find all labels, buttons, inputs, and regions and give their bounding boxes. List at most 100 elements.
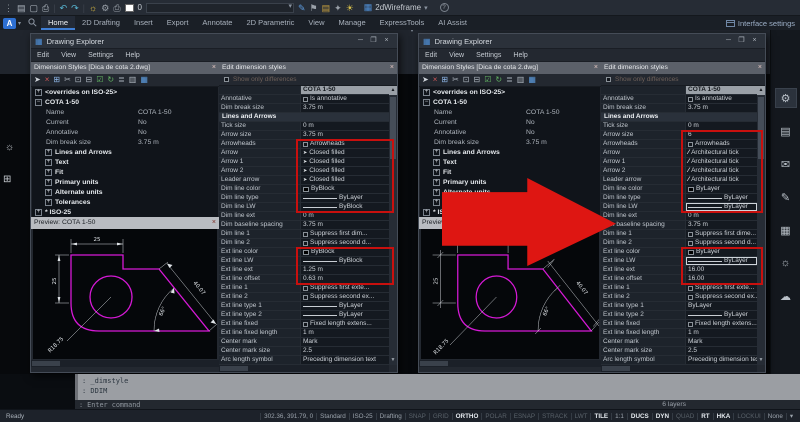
status-toggle-grid[interactable]: GRID <box>429 413 452 420</box>
tree-property-row[interactable]: Dim break size3.75 m <box>420 137 600 147</box>
expand-icon[interactable]: + <box>433 169 440 176</box>
columns-view-icon[interactable]: ▥ <box>129 74 137 86</box>
grid-row-value[interactable]: ➤Closed filled <box>301 149 389 157</box>
set-current-icon[interactable]: ☑ <box>96 74 103 86</box>
app-logo[interactable]: A <box>3 18 16 29</box>
grid-row-value[interactable]: 1 m <box>301 329 389 337</box>
expand-icon[interactable]: + <box>433 189 440 196</box>
preview-icon[interactable]: ▢ <box>30 1 39 15</box>
tree-node[interactable]: +<overrides on ISO-25> <box>420 87 600 97</box>
checkbox-icon[interactable] <box>688 241 693 246</box>
new-style-icon[interactable]: ➤ <box>34 74 41 86</box>
grid-row-value[interactable]: ByBlock <box>301 248 389 256</box>
tree-node[interactable]: +Alternate units <box>32 187 218 197</box>
grid-row-value[interactable]: 3.75 m <box>686 221 757 229</box>
close-icon[interactable]: × <box>758 62 762 74</box>
grid-row-value[interactable]: Preceding dimension text <box>686 356 757 364</box>
checkbox-icon[interactable] <box>303 286 308 291</box>
bulb-icon[interactable]: ☼ <box>89 1 97 15</box>
grid-row-value[interactable]: 3.75 m <box>686 104 757 112</box>
annotate-pen-icon[interactable]: ✎ <box>298 1 306 15</box>
tree-node[interactable]: +Text <box>32 157 218 167</box>
grid-row-value[interactable]: ByLayer <box>686 302 757 310</box>
checkbox-icon[interactable] <box>303 97 308 102</box>
menu-help[interactable]: Help <box>513 52 527 59</box>
grid-row-value[interactable]: ByLayer <box>686 194 757 202</box>
grid-row-value[interactable]: Is annotative <box>686 95 757 103</box>
dialog-titlebar[interactable]: ▦ Drawing Explorer ─ ❐ × <box>419 34 765 49</box>
scroll-down-icon[interactable]: ▼ <box>757 356 765 365</box>
tips-bulb-icon[interactable]: ☼ <box>5 142 14 153</box>
grid-row-value[interactable]: ∕Architectural tick <box>686 176 757 184</box>
checkbox-icon[interactable] <box>688 295 693 300</box>
grid-hscrollbar[interactable] <box>219 365 389 372</box>
tree-property-row[interactable]: CurrentNo <box>32 117 218 127</box>
save-icon[interactable]: ▤ <box>17 1 26 15</box>
grid-row-value[interactable]: Mark <box>686 338 757 346</box>
help-icon[interactable]: ? <box>440 3 449 12</box>
columns-view-icon[interactable]: ▥ <box>517 74 525 86</box>
grip-handle-icon[interactable]: ⋮ <box>4 1 13 15</box>
checkbox-icon[interactable] <box>303 295 308 300</box>
close-icon[interactable]: × <box>212 62 216 74</box>
grid-row-value[interactable]: ➤Closed filled <box>301 167 389 175</box>
grid-row-value[interactable]: Suppress first exte... <box>686 284 757 292</box>
grid-row-value[interactable]: 2.5 <box>301 347 389 355</box>
grid-row-value[interactable]: 3.75 m <box>301 221 389 229</box>
status-toggle-ducs[interactable]: DUCS <box>627 413 652 420</box>
new-category-icon[interactable]: ⊞ <box>441 74 448 86</box>
dialog-titlebar[interactable]: ▦ Drawing Explorer ─ ❐ × <box>31 34 397 49</box>
close-icon[interactable]: × <box>212 217 216 229</box>
menu-help[interactable]: Help <box>125 52 139 59</box>
tree-node[interactable]: −COTA 1-50 <box>32 97 218 107</box>
grid-row-value[interactable]: Fixed length extens... <box>301 320 389 328</box>
color-swatch[interactable] <box>125 4 134 12</box>
regen-icon[interactable]: ↻ <box>107 74 114 86</box>
regen-icon[interactable]: ↻ <box>495 74 502 86</box>
tree-property-row[interactable]: NameCOTA 1-50 <box>32 107 218 117</box>
checkbox-icon[interactable] <box>303 142 308 147</box>
match-props-icon[interactable]: ✦ <box>334 1 342 15</box>
tab-annotate[interactable]: Annotate <box>195 16 239 30</box>
new-style-icon[interactable]: ➤ <box>422 74 429 86</box>
close-icon[interactable]: × <box>594 62 598 74</box>
expand-icon[interactable]: + <box>423 89 430 96</box>
tree-node[interactable]: +Fit <box>32 167 218 177</box>
grid-hscrollbar[interactable] <box>601 365 757 372</box>
tab-expresstools[interactable]: ExpressTools <box>373 16 432 30</box>
delete-icon[interactable]: × <box>45 74 50 86</box>
grid-row-value[interactable]: 1.25 m <box>301 266 389 274</box>
grid-row-value[interactable]: ByLayer <box>301 302 389 310</box>
checkbox-icon[interactable] <box>688 286 693 291</box>
expand-icon[interactable]: + <box>45 199 52 206</box>
status-toggle-dyn[interactable]: DYN <box>652 413 672 420</box>
grid-row-value[interactable]: 0 m <box>301 122 389 130</box>
components-grid-icon[interactable]: ▦ <box>775 220 797 240</box>
lights-icon[interactable]: ☼ <box>775 253 797 273</box>
tree-node[interactable]: +* ISO-25 <box>32 207 218 217</box>
tree-property-row[interactable]: Dim break size3.75 m <box>32 137 218 147</box>
printer-icon[interactable]: ⎙ <box>113 1 120 15</box>
grid-row-value[interactable]: 16.00 <box>686 275 757 283</box>
cut-icon[interactable]: ✂ <box>64 74 71 86</box>
status-toggle-esnap[interactable]: ESNAP <box>510 413 538 420</box>
set-current-icon[interactable]: ☑ <box>484 74 491 86</box>
grid-row-value[interactable]: Preceding dimension text <box>301 356 389 364</box>
expand-icon[interactable]: + <box>35 89 42 96</box>
scroll-down-icon[interactable]: ▼ <box>389 356 397 365</box>
status-toggle-quad[interactable]: QUAD <box>672 413 697 420</box>
redo-icon[interactable]: ↷ <box>71 1 79 15</box>
checkbox-icon[interactable] <box>688 232 693 237</box>
tree-node[interactable]: −COTA 1-50 <box>420 97 600 107</box>
grid-row-value[interactable]: Suppress first exte... <box>301 284 389 292</box>
minimize-button[interactable]: ─ <box>354 34 367 48</box>
grid-row-value[interactable]: 3.75 m <box>301 131 389 139</box>
search-icon[interactable] <box>28 14 37 32</box>
checkbox-icon[interactable] <box>688 97 693 102</box>
grid-row-value[interactable]: ∕Architectural tick <box>686 158 757 166</box>
collapse-icon[interactable]: − <box>423 99 430 106</box>
show-differences-checkbox[interactable] <box>606 77 611 82</box>
gear-icon[interactable]: ⚙ <box>101 1 109 15</box>
menu-view[interactable]: View <box>449 52 464 59</box>
close-button[interactable]: × <box>748 34 761 48</box>
